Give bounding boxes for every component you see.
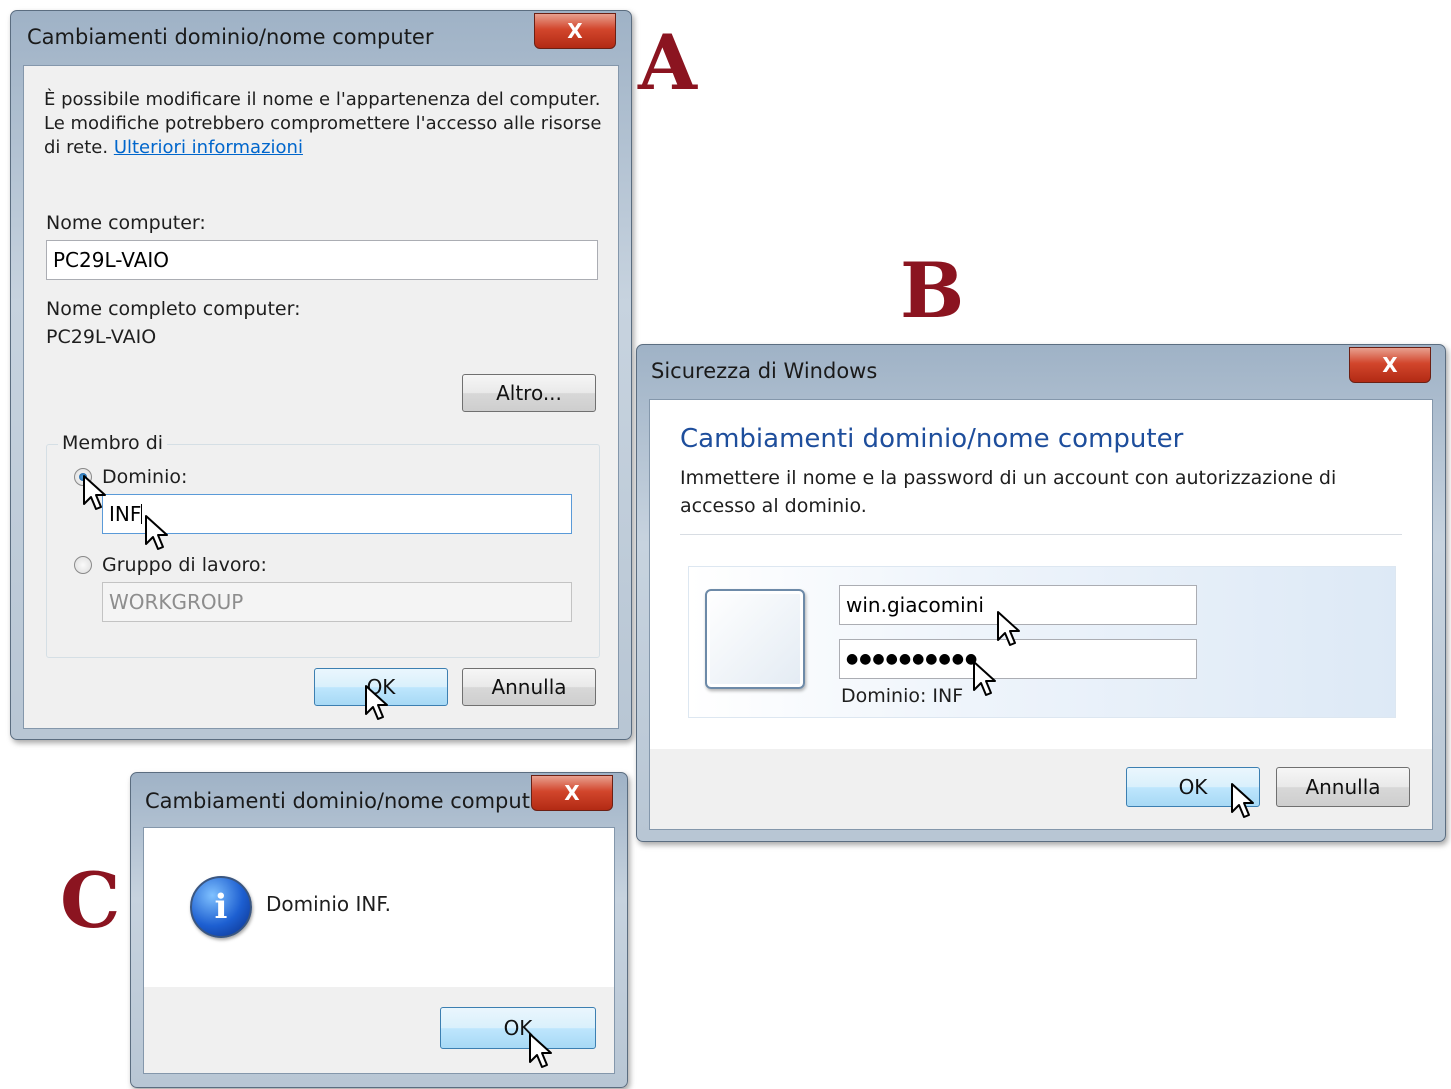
workgroup-value: WORKGROUP: [109, 590, 244, 614]
computer-name-label: Nome computer:: [46, 212, 206, 234]
dialog-a-cancel-label: Annulla: [491, 675, 567, 699]
divider: [680, 534, 1402, 535]
full-name-label: Nome completo computer:: [46, 298, 301, 320]
computer-name-input[interactable]: PC29L-VAIO: [46, 240, 598, 280]
close-icon: X: [564, 781, 580, 805]
mouse-cursor-icon: [82, 474, 108, 512]
dialog-c-ok-button[interactable]: OK: [440, 1007, 596, 1049]
dialog-c-titlebar: Cambiamenti dominio/nome comput... X: [131, 773, 627, 825]
mouse-cursor-icon: [528, 1032, 554, 1070]
workgroup-radio[interactable]: [74, 556, 92, 574]
dialog-b-title: Sicurezza di Windows: [651, 359, 878, 383]
domain-label: Dominio:: [102, 466, 188, 488]
more-info-link[interactable]: Ulteriori informazioni: [114, 137, 303, 158]
panel-letter-a: A: [638, 18, 697, 107]
dialog-b-content: Cambiamenti dominio/nome computer Immett…: [649, 399, 1433, 751]
domain-value: INF: [109, 502, 142, 526]
computer-name-value: PC29L-VAIO: [53, 248, 170, 272]
domain-text: Dominio: INF: [841, 685, 964, 707]
workgroup-label: Gruppo di lavoro:: [102, 554, 267, 576]
dialog-c-message: Dominio INF.: [266, 892, 392, 916]
dialog-c-title: Cambiamenti dominio/nome comput...: [145, 789, 550, 813]
dialog-b-cancel-button[interactable]: Annulla: [1276, 767, 1410, 807]
mouse-cursor-icon: [144, 514, 170, 552]
workgroup-input[interactable]: WORKGROUP: [102, 582, 572, 622]
mouse-cursor-icon: [364, 684, 390, 722]
domain-input[interactable]: INF: [102, 494, 572, 534]
mouse-cursor-icon: [972, 660, 998, 698]
dialog-b-instructions: Immettere il nome e la password di un ac…: [680, 467, 1337, 517]
dialog-a-titlebar: Cambiamenti dominio/nome computer X: [11, 11, 631, 63]
dialog-computer-name: Cambiamenti dominio/nome computer X È po…: [10, 10, 632, 740]
dialog-a-title: Cambiamenti dominio/nome computer: [27, 25, 434, 49]
panel-letter-b: B: [900, 246, 965, 335]
dialog-a-description: È possibile modificare il nome e l'appar…: [44, 88, 604, 160]
dialog-b-titlebar: Sicurezza di Windows X: [637, 345, 1445, 397]
password-value: ●●●●●●●●●●: [846, 651, 979, 667]
dialog-c-close-button[interactable]: X: [531, 775, 613, 811]
mouse-cursor-icon: [996, 610, 1022, 648]
dialog-b-ok-label: OK: [1178, 775, 1208, 799]
panel-letter-c: C: [60, 856, 121, 945]
dialog-b-footer: OK Annulla: [649, 749, 1433, 830]
info-glyph: i: [214, 887, 228, 927]
mouse-cursor-icon: [1230, 782, 1256, 820]
more-button[interactable]: Altro...: [462, 374, 596, 412]
dialog-b-close-button[interactable]: X: [1349, 347, 1431, 383]
dialog-a-close-button[interactable]: X: [534, 13, 616, 49]
member-of-label: Membro di: [58, 432, 168, 454]
dialog-c-content: i Dominio INF.: [143, 827, 615, 989]
dialog-b-heading: Cambiamenti dominio/nome computer: [680, 424, 1184, 454]
dialog-a-client: È possibile modificare il nome e l'appar…: [23, 65, 619, 729]
dialog-windows-security: Sicurezza di Windows X Cambiamenti domin…: [636, 344, 1446, 842]
dialog-b-cancel-label: Annulla: [1305, 775, 1381, 799]
close-icon: X: [1382, 353, 1398, 377]
user-tile-icon: [705, 589, 805, 689]
dialog-a-cancel-button[interactable]: Annulla: [462, 668, 596, 706]
full-name-value: PC29L-VAIO: [46, 326, 157, 348]
info-icon: i: [190, 876, 252, 938]
credential-tile: win.giacomini ●●●●●●●●●● Dominio: INF: [688, 566, 1396, 718]
username-value: win.giacomini: [846, 593, 984, 617]
close-icon: X: [567, 19, 583, 43]
more-button-label: Altro...: [496, 381, 562, 405]
text-caret: [141, 504, 143, 524]
